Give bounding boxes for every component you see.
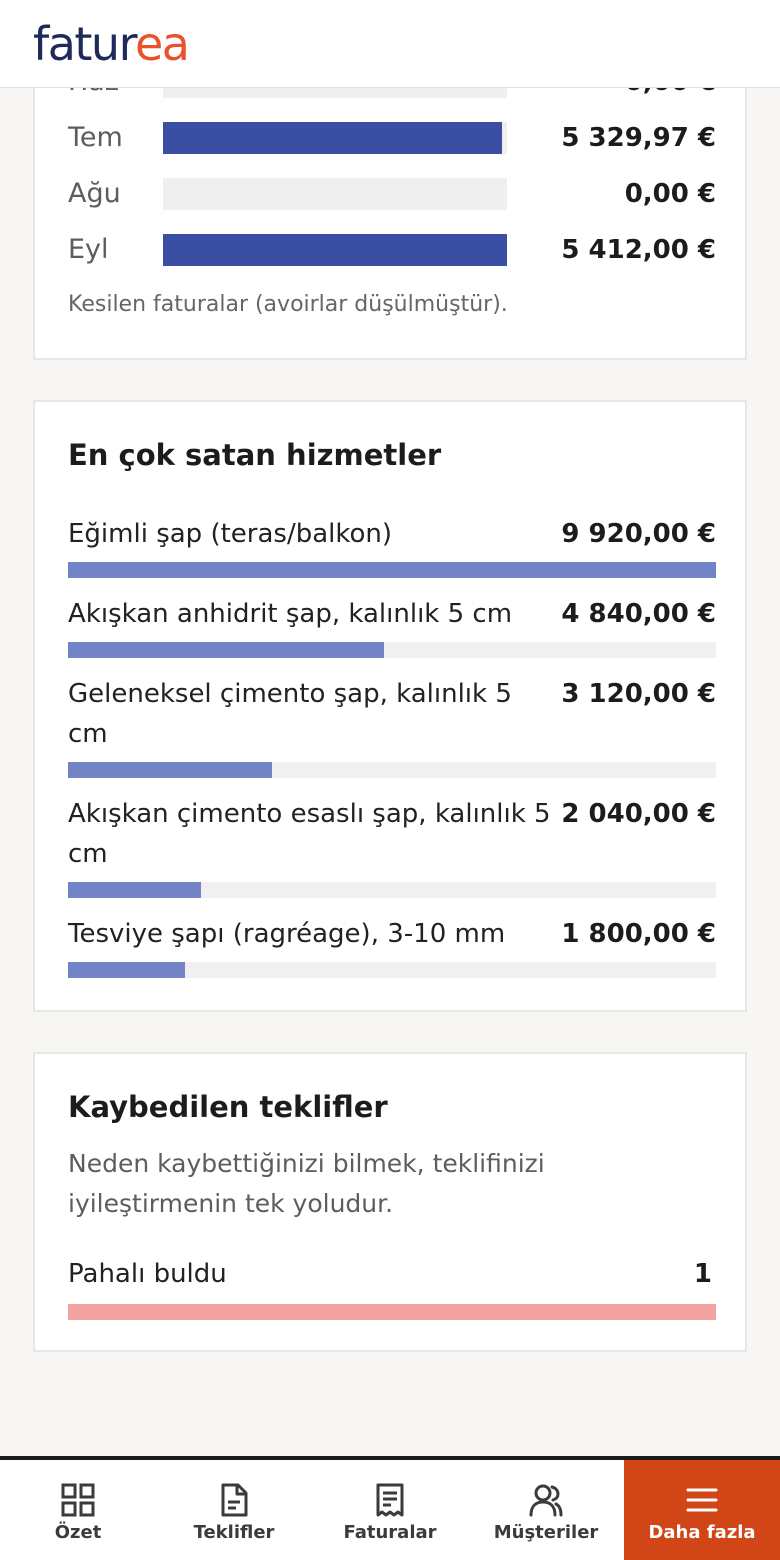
service-value: 9 920,00 € (561, 519, 716, 549)
service-name: Tesviye şapı (ragréage), 3-10 mm (68, 919, 506, 949)
month-bar-track (163, 178, 507, 210)
document-icon (221, 1483, 248, 1517)
grid-icon (61, 1483, 95, 1517)
month-label: Tem (68, 122, 123, 153)
service-bar-track (68, 762, 716, 778)
month-row: Ağu 0,00 € (68, 174, 716, 214)
top-services-title: En çok satan hizmetler (68, 438, 442, 472)
month-value: 5 329,97 € (561, 123, 716, 153)
top-services-card: En çok satan hizmetler Eğimli şap (teras… (33, 400, 747, 1012)
month-value: 5 412,00 € (561, 235, 716, 265)
menu-icon (686, 1488, 718, 1512)
month-bar-fill (163, 234, 507, 266)
nav-item-daha-fazla[interactable]: Daha fazla (624, 1460, 780, 1560)
nav-item-teklifler[interactable]: Teklifler (156, 1460, 312, 1560)
nav-label: Müşteriler (493, 1522, 599, 1543)
service-bar-fill (68, 962, 186, 978)
nav-label: Daha fazla (648, 1522, 756, 1543)
service-bar-track (68, 882, 716, 898)
service-name: Eğimli şap (teras/balkon) (68, 519, 393, 549)
lost-offers-title: Kaybedilen teklifler (68, 1090, 388, 1124)
users-icon (529, 1484, 563, 1517)
month-label: Ağu (68, 178, 121, 209)
service-name: Geleneksel çimento şap, kalınlık 5 cm (68, 679, 512, 749)
nav-label: Teklifler (193, 1522, 275, 1543)
nav-label: Özet (54, 1522, 102, 1543)
nav-item-ozet[interactable]: Özet (0, 1460, 156, 1560)
lost-reason-count: 1 (693, 1259, 712, 1289)
faturea-logo[interactable]: faturea (33, 17, 190, 71)
service-bar-track (68, 642, 716, 658)
service-value: 4 840,00 € (561, 599, 716, 629)
month-row: Tem 5 329,97 € (68, 118, 716, 158)
service-bar-fill (68, 562, 716, 578)
monthly-revenue-card: Haz 0,00 € Tem 5 329,97 € Ağu 0,00 € Eyl… (33, 40, 747, 360)
month-bar-track (163, 122, 507, 154)
monthly-revenue-note: Kesilen faturalar (avoirlar düşülmüştür)… (68, 292, 508, 317)
app-header: faturea (0, 0, 780, 88)
service-bar-fill (68, 642, 385, 658)
service-value: 1 800,00 € (561, 919, 716, 949)
lost-offers-card: Kaybedilen teklifler Neden kaybettiğiniz… (33, 1052, 747, 1352)
month-value: 0,00 € (624, 179, 716, 209)
lost-offers-description: Neden kaybettiğinizi bilmek, teklifinizi… (68, 1149, 545, 1218)
nav-item-musteriler[interactable]: Müşteriler (468, 1460, 624, 1560)
month-row: Eyl 5 412,00 € (68, 230, 716, 270)
service-bar-fill (68, 762, 273, 778)
month-bar-track (163, 234, 507, 266)
receipt-icon (376, 1483, 404, 1517)
service-bar-fill (68, 882, 202, 898)
service-bar-track (68, 562, 716, 578)
logo-text-part1: fatur (33, 17, 136, 71)
nav-item-faturalar[interactable]: Faturalar (312, 1460, 468, 1560)
bottom-navigation: Özet Teklifler Faturalar Müşteriler Daha… (0, 1456, 780, 1560)
service-name: Akışkan çimento esaslı şap, kalınlık 5 c… (68, 799, 551, 869)
service-value: 3 120,00 € (561, 679, 716, 709)
service-bar-track (68, 962, 716, 978)
month-label: Eyl (68, 234, 109, 265)
lost-reason-label: Pahalı buldu (68, 1259, 227, 1289)
lost-reason-bar-fill (68, 1304, 716, 1320)
service-name: Akışkan anhidrit şap, kalınlık 5 cm (68, 599, 513, 629)
logo-text-part2: ea (134, 17, 190, 71)
service-value: 2 040,00 € (561, 799, 716, 829)
lost-reason-bar-track (68, 1304, 716, 1320)
nav-label: Faturalar (343, 1522, 437, 1543)
month-bar-fill (163, 122, 502, 154)
